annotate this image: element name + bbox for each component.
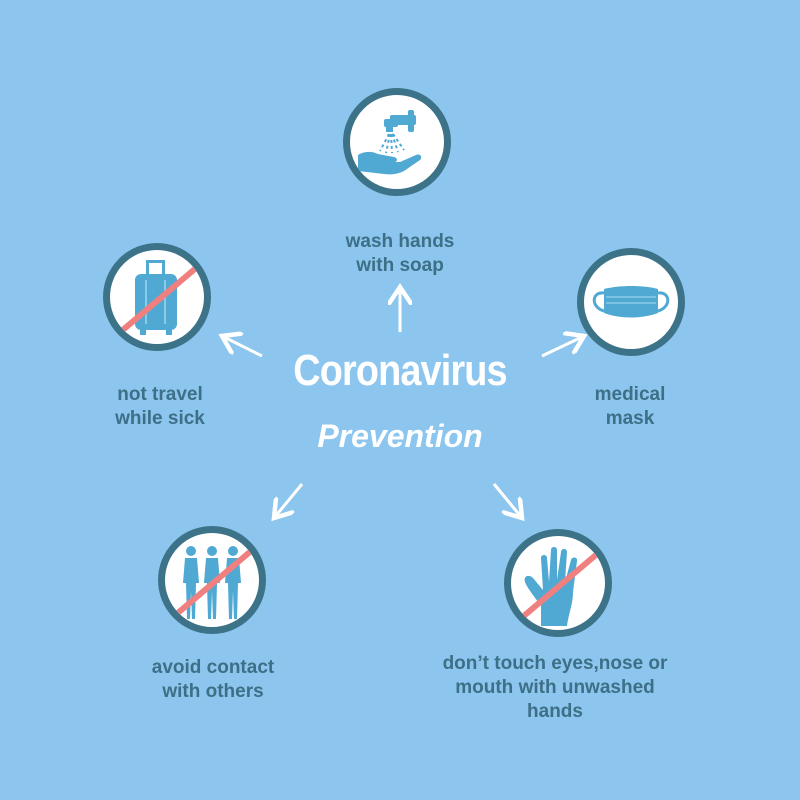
medical-mask-icon [592,286,670,318]
hand-wash-faucet-icon [358,110,422,175]
caption-line: mouth with unwashed [455,677,655,698]
caption-line: wash hands [345,231,455,252]
caption-line: medical [594,384,666,405]
dont-touch-caption: don’t touch eyes,nose or mouth with unwa… [400,652,710,724]
caption-line: with soap [356,255,444,276]
caption-line: mask [605,408,655,429]
diagram-title: Coronavirus [293,346,507,395]
caption-line: with others [162,681,264,702]
arrow-to-mask [541,336,584,358]
suitcase-icon [116,260,198,337]
avoid-contact-badge [158,526,266,634]
wash-hands-caption: wash hands with soap [300,230,500,278]
not-travel-caption: not travel while sick [80,383,240,431]
avoid-contact-caption: avoid contact with others [118,656,308,704]
hand-icon [517,547,599,626]
medical-mask-caption: medical mask [560,383,700,431]
people-icon [171,546,253,620]
caption-line: avoid contact [151,657,275,678]
wash-hands-badge [343,88,451,196]
caption-line: hands [527,701,583,722]
not-travel-badge [103,243,211,351]
caption-line: while sick [115,408,205,429]
caption-line: not travel [117,384,203,405]
caption-line: don’t touch eyes,nose or [442,653,668,674]
arrow-to-travel [222,336,263,358]
arrow-to-contact [274,483,304,518]
arrow-to-touch [492,483,522,518]
diagram-subtitle: Prevention [317,418,483,454]
dont-touch-badge [504,529,612,637]
medical-mask-badge [577,248,685,356]
